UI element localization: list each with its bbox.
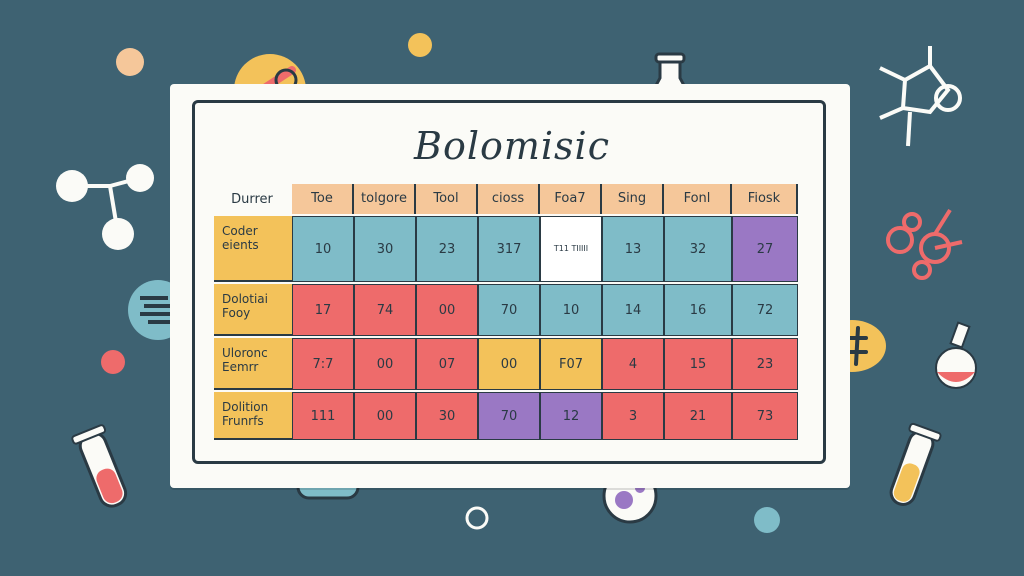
table-cell: 00: [354, 392, 416, 440]
row-header: Dolition Frunrfs: [214, 392, 292, 440]
column-header: Sing: [602, 184, 664, 214]
molecule-icon: [56, 164, 154, 250]
table-cell: 30: [416, 392, 478, 440]
column-header: Fiosk: [732, 184, 798, 214]
table-cell: 3: [602, 392, 664, 440]
dot-icon: [101, 350, 125, 374]
table-cell: 27: [732, 216, 798, 282]
table-cell: 14: [602, 284, 664, 336]
flask-icon: [935, 321, 977, 389]
row-header: Coder eients: [214, 216, 292, 282]
dot-icon: [408, 33, 432, 57]
test-tube-icon: [71, 424, 128, 508]
column-header: Fonl: [664, 184, 732, 214]
table-cell: 317: [478, 216, 540, 282]
table-cell: 70: [478, 392, 540, 440]
table-cell: 74: [354, 284, 416, 336]
row-header: Uloronc Eemrr: [214, 338, 292, 390]
table-cell: 23: [732, 338, 798, 390]
table-cell: T11 TIIIII: [540, 216, 602, 282]
table-cell: 12: [540, 392, 602, 440]
table-cell: 23: [416, 216, 478, 282]
page-title: Bolomisic: [414, 124, 610, 168]
table-cell: 21: [664, 392, 732, 440]
dot-icon: [116, 48, 144, 76]
table-cell: 72: [732, 284, 798, 336]
column-header: Tool: [416, 184, 478, 214]
table-cell: 13: [602, 216, 664, 282]
table-cell: 00: [354, 338, 416, 390]
table-cell: 32: [664, 216, 732, 282]
corner-label: Durrer: [231, 192, 273, 207]
table-cell: 70: [478, 284, 540, 336]
molecule-icon: [886, 208, 963, 280]
column-header: Toe: [292, 184, 354, 214]
table-cell: 7:7: [292, 338, 354, 390]
table-cell: 10: [540, 284, 602, 336]
table-cell: F07: [540, 338, 602, 390]
table-cell: 10: [292, 216, 354, 282]
table-cell: 111: [292, 392, 354, 440]
table-cell: 00: [416, 284, 478, 336]
test-tube-icon: [889, 422, 942, 506]
table-cell: 16: [664, 284, 732, 336]
table-cell: 30: [354, 216, 416, 282]
column-header: tolgore: [354, 184, 416, 214]
table-cell: 00: [478, 338, 540, 390]
table-cell: 17: [292, 284, 354, 336]
table-cell: 4: [602, 338, 664, 390]
table-cell: 15: [664, 338, 732, 390]
row-header: Dolotiai Fooy: [214, 284, 292, 336]
dot-icon: [754, 507, 780, 533]
table-cell: 73: [732, 392, 798, 440]
column-header: Foa7: [540, 184, 602, 214]
table-cell: 07: [416, 338, 478, 390]
column-header: cioss: [478, 184, 540, 214]
dot-icon: [465, 506, 489, 530]
